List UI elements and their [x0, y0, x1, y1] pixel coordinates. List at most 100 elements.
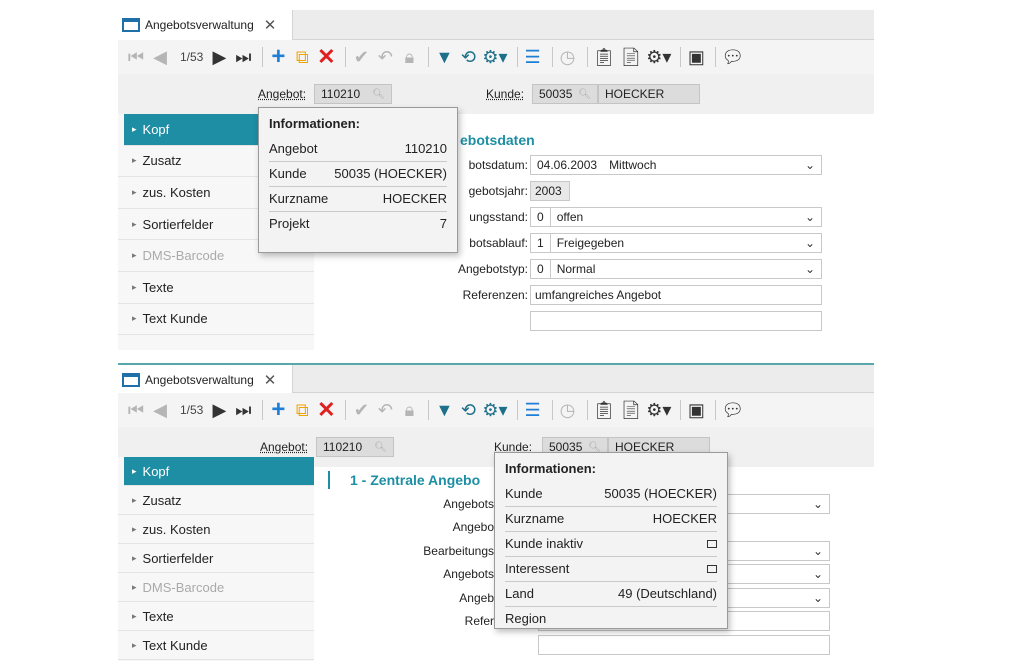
last-record-icon[interactable]: ⏭: [233, 45, 253, 69]
gears-icon[interactable]: ⚙▾: [646, 398, 671, 422]
history-icon[interactable]: ◷: [558, 398, 578, 422]
last-record-icon[interactable]: ⏭: [233, 398, 253, 422]
refresh-icon[interactable]: ⟲: [458, 398, 478, 422]
separator: [516, 47, 518, 67]
bearbeitungsstand-select[interactable]: 0 offen ⌄: [530, 207, 822, 227]
info-popup: Informationen: Kunde 50035 (HOECKER) Kurz…: [494, 452, 728, 629]
chevron-down-icon: ⌄: [804, 210, 815, 224]
stand-label: ungsstand:: [469, 210, 528, 224]
section-title: 1 - Zentrale Angebo: [350, 472, 481, 488]
form-label-angebotsablauf: Angebots: [443, 567, 494, 581]
sidebar-item-kopf[interactable]: ▸ Kopf: [124, 457, 314, 486]
report-icon[interactable]: 📋︎: [593, 45, 616, 69]
add-icon[interactable]: +: [268, 45, 288, 69]
sidebar-item-texte[interactable]: ▸ Texte: [118, 602, 314, 631]
prev-record-icon[interactable]: ◀: [150, 45, 170, 69]
prev-record-icon[interactable]: ◀: [150, 398, 170, 422]
popup-row-angebot: Angebot 110210: [269, 137, 447, 162]
first-record-icon[interactable]: ⏮: [126, 45, 146, 69]
gears-icon[interactable]: ⚙▾: [646, 45, 671, 69]
save-check-icon[interactable]: ✔: [351, 45, 371, 69]
ablauf-label: botsablauf:: [469, 236, 528, 250]
sidebar: ▸ Kopf ▸ Zusatz ▸ zus. Kosten ▸ Sortierfelde…: [118, 457, 314, 661]
copy-icon[interactable]: ⧉: [292, 398, 312, 422]
save-check-icon[interactable]: ✔: [351, 398, 371, 422]
separator: [516, 400, 518, 420]
angebotstyp-select[interactable]: 0 Normal ⌄: [530, 259, 822, 279]
next-record-icon[interactable]: ▶: [209, 398, 229, 422]
record-pager: 1/53: [180, 50, 204, 64]
angebotsablauf-select[interactable]: 1 Freigegeben ⌄: [530, 233, 822, 253]
contact-card-icon[interactable]: ▣: [686, 398, 706, 422]
angebot-field[interactable]: 110210 🔍︎: [316, 437, 394, 457]
separator: [345, 47, 347, 67]
close-icon[interactable]: ✕: [264, 16, 277, 34]
delete-icon[interactable]: ✕: [316, 398, 336, 422]
copy-icon[interactable]: ⧉: [292, 45, 312, 69]
search-icon[interactable]: 🔍︎: [372, 89, 385, 100]
kunde-name: HOECKER: [605, 87, 665, 101]
contact-card-icon[interactable]: ▣: [686, 45, 706, 69]
sidebar-item-zus-kosten[interactable]: ▸ zus. Kosten: [118, 515, 314, 544]
delete-icon[interactable]: ✕: [316, 45, 336, 69]
popup-row-projekt: Projekt 7: [269, 216, 447, 231]
angebotsdatum-field[interactable]: 04.06.2003 Mittwoch ⌄: [530, 155, 822, 175]
separator: [680, 400, 682, 420]
referenzen-input-2[interactable]: [530, 311, 822, 331]
lock-icon[interactable]: 🔒︎: [399, 398, 419, 422]
filter-icon[interactable]: ▼: [434, 45, 454, 69]
jahr-label: gebotsjahr:: [468, 184, 528, 198]
angebot-field[interactable]: 110210 🔍︎: [314, 84, 392, 104]
add-icon[interactable]: +: [268, 398, 288, 422]
popup-row-interessent: Interessent: [505, 557, 717, 582]
search-icon[interactable]: 🔍︎: [588, 442, 601, 453]
undo-icon[interactable]: ↶: [375, 45, 395, 69]
chevron-down-icon: ⌄: [804, 236, 815, 250]
referenzen-input-2[interactable]: [538, 635, 830, 655]
chevron-down-icon: ⌄: [812, 497, 823, 511]
chat-icon[interactable]: 💬︎: [721, 45, 744, 69]
first-record-icon[interactable]: ⏮: [126, 398, 146, 422]
separator: [715, 47, 717, 67]
kunde-inaktiv-checkbox: [707, 540, 717, 548]
chat-icon[interactable]: 💬︎: [721, 398, 744, 422]
report-settings-icon[interactable]: 📄︎: [619, 45, 642, 69]
sidebar-item-sortierfelder[interactable]: ▸ Sortierfelder: [118, 544, 314, 573]
next-record-icon[interactable]: ▶: [209, 45, 229, 69]
search-icon[interactable]: 🔍︎: [374, 442, 387, 453]
toolbar: ⏮ ◀ 1/53 ▶ ⏭ + ⧉ ✕ ✔ ↶ 🔒︎ ▼ ⟲ ⚙▾ ☰ ◷ 📋︎ …: [118, 393, 874, 427]
angebotsjahr-field: 2003: [530, 181, 570, 201]
tab-angebotsverwaltung[interactable]: Angebotsverwaltung ✕: [118, 10, 293, 40]
sidebar-item-text-kunde[interactable]: ▸ Text Kunde: [118, 304, 314, 336]
filter-icon[interactable]: ▼: [434, 398, 454, 422]
lock-icon[interactable]: 🔒︎: [399, 45, 419, 69]
window-top: Angebotsverwaltung ✕ ⏮ ◀ 1/53 ▶ ⏭ + ⧉ ✕ …: [118, 10, 874, 350]
report-settings-icon[interactable]: 📄︎: [619, 398, 642, 422]
history-icon[interactable]: ◷: [558, 45, 578, 69]
kunde-name-field: HOECKER: [598, 84, 700, 104]
list-icon[interactable]: ☰: [523, 45, 543, 69]
refresh-icon[interactable]: ⟲: [458, 45, 478, 69]
popup-row-kurzname: Kurzname HOECKER: [269, 187, 447, 212]
tab-angebotsverwaltung[interactable]: Angebotsverwaltung ✕: [118, 365, 293, 395]
settings-icon[interactable]: ⚙▾: [482, 45, 507, 69]
undo-icon[interactable]: ↶: [375, 398, 395, 422]
settings-icon[interactable]: ⚙▾: [482, 398, 507, 422]
sidebar-item-texte[interactable]: ▸ Texte: [118, 272, 314, 304]
kunde-field[interactable]: 50035 🔍︎: [532, 84, 598, 104]
search-icon[interactable]: 🔍︎: [578, 89, 591, 100]
referenzen-label: Referenzen:: [462, 288, 528, 302]
separator: [262, 47, 264, 67]
form-label-angebotstyp: Angeb: [459, 591, 494, 605]
referenzen-input-1[interactable]: umfangreiches Angebot: [530, 285, 822, 305]
form-label-bearbeitungsstand: Bearbeitungs: [423, 544, 494, 558]
record-pager: 1/53: [180, 403, 204, 417]
sidebar-item-text-kunde[interactable]: ▸ Text Kunde: [118, 631, 314, 660]
interessent-checkbox: [707, 565, 717, 573]
sidebar-item-zusatz[interactable]: ▸ Zusatz: [118, 486, 314, 515]
list-icon[interactable]: ☰: [523, 398, 543, 422]
report-icon[interactable]: 📋︎: [593, 398, 616, 422]
close-icon[interactable]: ✕: [264, 371, 277, 389]
popup-title: Informationen:: [269, 116, 360, 131]
form-label-angebotsdatum: Angebots: [443, 497, 494, 511]
